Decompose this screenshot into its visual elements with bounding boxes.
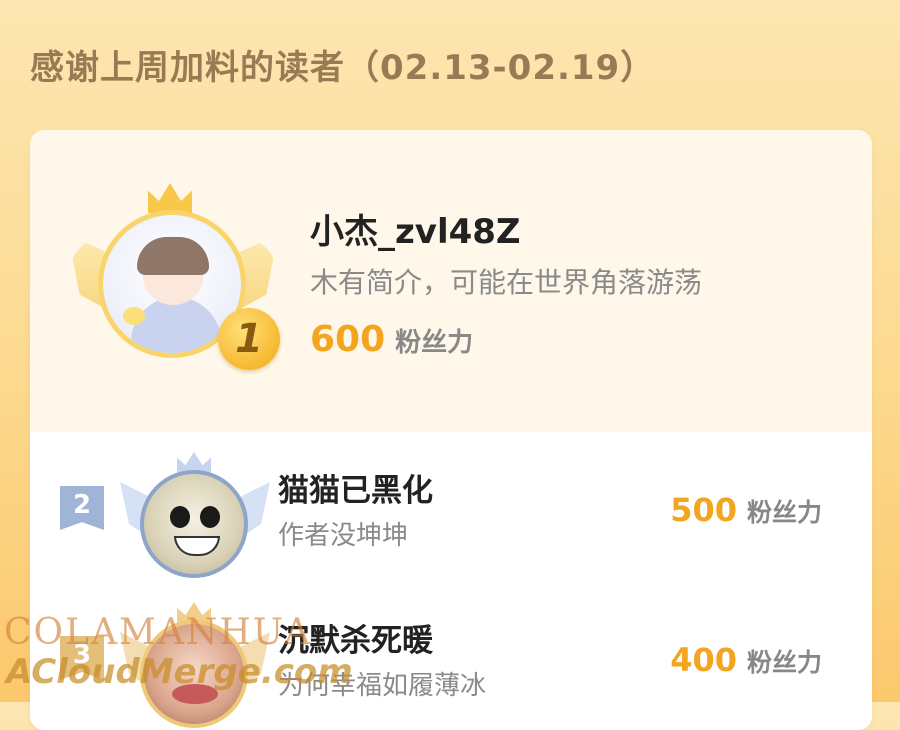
reader-fan-power: 400 粉丝力 [670,638,822,688]
crown-icon [148,183,192,213]
fan-power-value: 400 [670,641,737,679]
fan-power-unit: 粉丝力 [746,498,822,527]
fan-power-unit: 粉丝力 [746,648,822,677]
fan-power-value: 600 [310,319,386,360]
top-reader-avatar-frame[interactable]: 1 [68,180,280,380]
top-reader-bio: 木有简介，可能在世界角落游荡 [310,266,703,299]
avatar-frame[interactable] [120,452,270,582]
rank-badge: 3 [60,636,104,680]
top-reader-fan-power: 600 粉丝力 [310,318,473,368]
ranking-card: 1 小杰_zvl48Z 木有简介，可能在世界角落游荡 600 粉丝力 2 猫猫已黑… [30,130,872,730]
list-item[interactable]: 2 猫猫已黑化 作者没坤坤 500 粉丝力 [30,442,872,592]
rank-badge: 2 [60,486,104,530]
avatar[interactable] [140,620,248,728]
top-reader-name[interactable]: 小杰_zvl48Z [310,210,521,254]
reader-name[interactable]: 猫猫已黑化 [278,470,433,512]
reader-fan-power: 500 粉丝力 [670,488,822,538]
gold-medal-icon: 1 [218,308,280,370]
avatar-frame[interactable] [120,602,270,730]
reader-bio: 作者没坤坤 [278,521,409,551]
fan-power-value: 500 [670,491,737,529]
reader-bio: 为何幸福如履薄冰 [278,671,487,701]
fan-power-unit: 粉丝力 [395,328,474,358]
avatar[interactable] [140,470,248,578]
page-title: 感谢上周加料的读者（02.13-02.19） [30,48,656,88]
list-item[interactable]: 3 沉默杀死暖 为何幸福如履薄冰 400 粉丝力 [30,592,872,730]
reader-name[interactable]: 沉默杀死暖 [278,620,433,662]
